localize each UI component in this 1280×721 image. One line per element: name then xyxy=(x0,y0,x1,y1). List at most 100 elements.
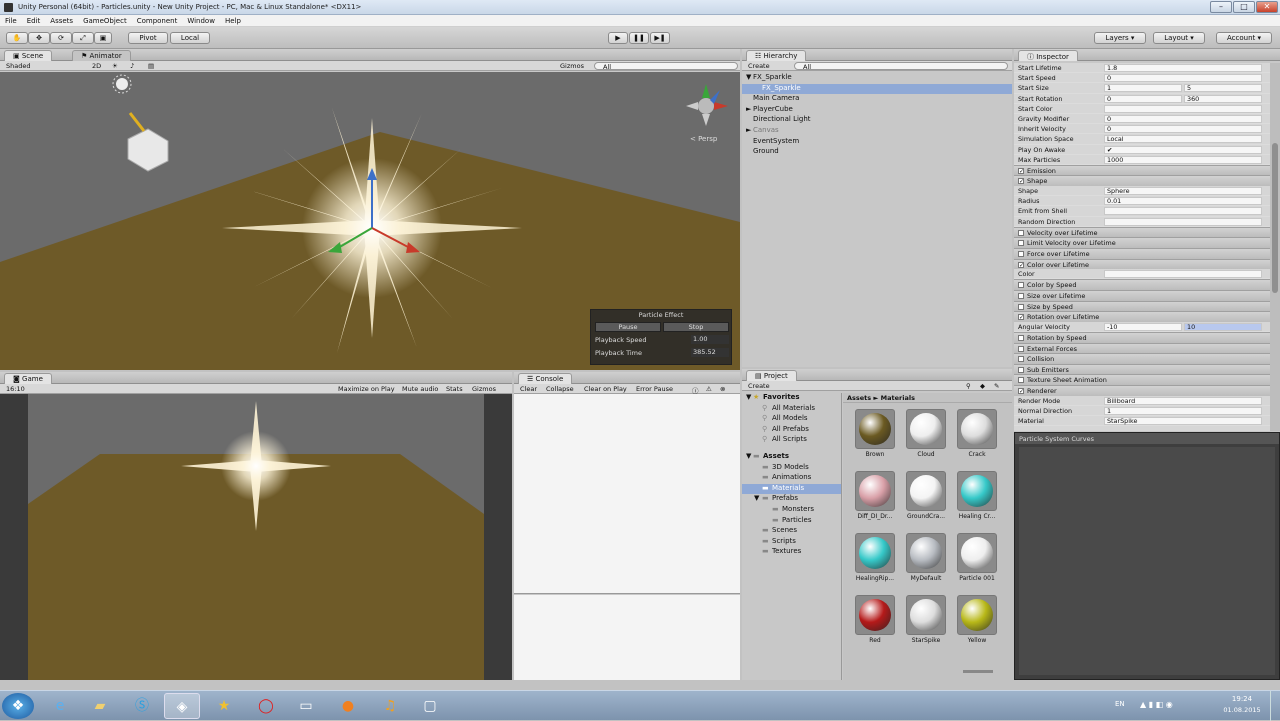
inspector-row-field[interactable]: 1.8 xyxy=(1104,64,1262,72)
local-button[interactable]: Local xyxy=(170,32,210,44)
folder-item[interactable]: ▬ Monsters xyxy=(742,505,841,516)
module-header[interactable]: Texture Sheet Animation xyxy=(1014,374,1270,385)
filter-label-icon[interactable]: ✎ xyxy=(994,382,999,390)
close-button[interactable]: ✕ xyxy=(1256,1,1278,13)
scrollbar-thumb[interactable] xyxy=(1272,143,1278,293)
explorer-icon[interactable]: ▰ xyxy=(82,693,118,719)
module-enable-checkbox[interactable] xyxy=(1018,251,1024,257)
aspect-dropdown[interactable]: 16:10 xyxy=(6,385,25,393)
app-star-icon[interactable]: ★ xyxy=(206,693,242,719)
module-property-field[interactable] xyxy=(1104,207,1262,216)
step-button[interactable]: ▶❚ xyxy=(650,32,670,44)
menu-gameobject[interactable]: GameObject xyxy=(78,15,132,25)
module-header[interactable]: ✓ Shape xyxy=(1014,175,1270,187)
hierarchy-item[interactable]: Main Camera xyxy=(742,94,1012,105)
zoom-slider[interactable] xyxy=(963,670,993,673)
playback-speed-field[interactable]: 1.00 xyxy=(691,335,729,344)
account-dropdown[interactable]: Account ▾ xyxy=(1216,32,1272,44)
2d-toggle[interactable]: 2D xyxy=(92,62,101,70)
chevron-down-icon[interactable]: ▼ xyxy=(754,494,759,502)
hand-tool-icon[interactable]: ✋ xyxy=(6,32,28,44)
module-enable-checkbox[interactable] xyxy=(1018,240,1024,247)
console-error-pause-button[interactable]: Error Pause xyxy=(636,385,673,393)
folder-item[interactable]: ▬ Scenes xyxy=(742,526,841,537)
folder-item[interactable]: ▬ Scripts xyxy=(742,537,841,548)
material-asset[interactable]: MyDefault xyxy=(904,533,948,582)
tab-animator[interactable]: ⚑ Animator xyxy=(72,50,131,61)
hierarchy-item-selected[interactable]: FX_Sparkle xyxy=(742,83,1012,95)
module-header[interactable]: External Forces xyxy=(1014,342,1270,354)
opera-icon[interactable]: ◯ xyxy=(248,693,284,719)
shading-dropdown[interactable]: Shaded xyxy=(6,62,30,70)
module-enable-checkbox[interactable]: ✓ xyxy=(1018,314,1024,321)
layout-dropdown[interactable]: Layout ▾ xyxy=(1153,32,1205,44)
minimize-button[interactable]: – xyxy=(1210,1,1232,13)
material-asset[interactable]: GroundCra... xyxy=(904,471,948,520)
game-gizmos-dropdown[interactable]: Gizmos xyxy=(472,385,496,393)
clock-time[interactable]: 19:24 xyxy=(1222,695,1262,703)
favorite-item[interactable]: ⚲ All Materials xyxy=(742,404,841,415)
inspector-scrollbar[interactable] xyxy=(1270,63,1280,431)
folder-item[interactable]: ▬ Particles xyxy=(742,516,841,527)
console-log-area[interactable] xyxy=(514,394,740,594)
inspector-row-field-max[interactable]: 360 xyxy=(1184,94,1262,103)
favorite-item[interactable]: ⚲ All Models xyxy=(742,414,841,425)
scene-search-input[interactable]: All xyxy=(594,62,738,71)
module-enable-checkbox[interactable] xyxy=(1018,282,1024,289)
scene-orientation-gizmo[interactable] xyxy=(686,84,728,126)
error-icon[interactable]: ⊗ xyxy=(720,385,725,393)
console-clear-button[interactable]: Clear xyxy=(520,385,537,393)
menu-window[interactable]: Window xyxy=(182,15,220,25)
module-enable-checkbox[interactable] xyxy=(1018,334,1024,341)
hierarchy-item[interactable]: ► Canvas xyxy=(742,126,1012,137)
menu-file[interactable]: File xyxy=(0,15,22,25)
inspector-row-field[interactable] xyxy=(1104,104,1262,113)
audio-icon[interactable]: ♪ xyxy=(130,62,134,70)
inspector-row-field[interactable]: 1 xyxy=(1104,84,1182,93)
layers-dropdown[interactable]: Layers ▾ xyxy=(1094,32,1146,44)
module-header[interactable]: ✓ Rotation over Lifetime xyxy=(1014,311,1270,322)
tab-project[interactable]: ▤ Project xyxy=(746,370,797,381)
rotate-tool-icon[interactable]: ⟳ xyxy=(50,32,72,44)
module-header[interactable]: Collision xyxy=(1014,353,1270,364)
material-asset[interactable]: Healing Cr... xyxy=(955,471,999,520)
module-enable-checkbox[interactable] xyxy=(1018,377,1024,384)
module-property-field[interactable] xyxy=(1104,270,1262,279)
material-asset[interactable]: Crack xyxy=(955,409,999,458)
mute-audio-toggle[interactable]: Mute audio xyxy=(402,385,438,393)
module-property-field[interactable]: -10 xyxy=(1104,322,1182,331)
module-header[interactable]: Color by Speed xyxy=(1014,279,1270,290)
ie-icon[interactable]: e xyxy=(42,693,78,719)
module-property-field[interactable]: Sphere xyxy=(1104,187,1262,196)
module-enable-checkbox[interactable]: ✓ xyxy=(1018,261,1024,268)
menu-help[interactable]: Help xyxy=(220,15,246,25)
module-property-field[interactable] xyxy=(1104,217,1262,226)
tab-console[interactable]: ☰ Console xyxy=(518,373,573,384)
tab-hierarchy[interactable]: ☷ Hierarchy xyxy=(746,50,807,61)
tab-scene[interactable]: ▣ Scene xyxy=(4,50,53,61)
pivot-button[interactable]: Pivot xyxy=(128,32,168,44)
inspector-row-field[interactable]: 1000 xyxy=(1104,155,1262,164)
chevron-down-icon[interactable]: ▼ xyxy=(746,393,751,401)
inspector-row-field[interactable]: 0 xyxy=(1104,125,1262,134)
material-asset[interactable]: Cloud xyxy=(904,409,948,458)
material-asset[interactable]: HealingRip... xyxy=(853,533,897,582)
module-property-field[interactable]: Billboard xyxy=(1104,396,1262,405)
module-header[interactable]: ✓ Color over Lifetime xyxy=(1014,258,1270,270)
maximize-button[interactable]: □ xyxy=(1233,1,1255,13)
hierarchy-item[interactable]: Directional Light xyxy=(742,115,1012,126)
folder-item[interactable]: ▬ Animations xyxy=(742,473,841,484)
module-enable-checkbox[interactable] xyxy=(1018,229,1024,236)
console-detail-area[interactable] xyxy=(514,595,740,680)
playback-time-field[interactable]: 385.52 xyxy=(691,348,729,357)
tab-inspector[interactable]: ⓘ Inspector xyxy=(1018,50,1078,61)
menu-component[interactable]: Component xyxy=(132,15,183,25)
particle-pause-button[interactable]: Pause xyxy=(595,322,661,332)
chevron-down-icon[interactable]: ▼ xyxy=(746,452,751,460)
clock-date[interactable]: 01.08.2015 xyxy=(1218,706,1266,714)
module-header[interactable]: Size by Speed xyxy=(1014,300,1270,312)
hierarchy-item[interactable]: EventSystem xyxy=(742,137,1012,148)
module-enable-checkbox[interactable]: ✓ xyxy=(1018,167,1024,174)
skype-icon[interactable]: Ⓢ xyxy=(124,693,160,719)
show-desktop-button[interactable] xyxy=(1270,691,1280,721)
